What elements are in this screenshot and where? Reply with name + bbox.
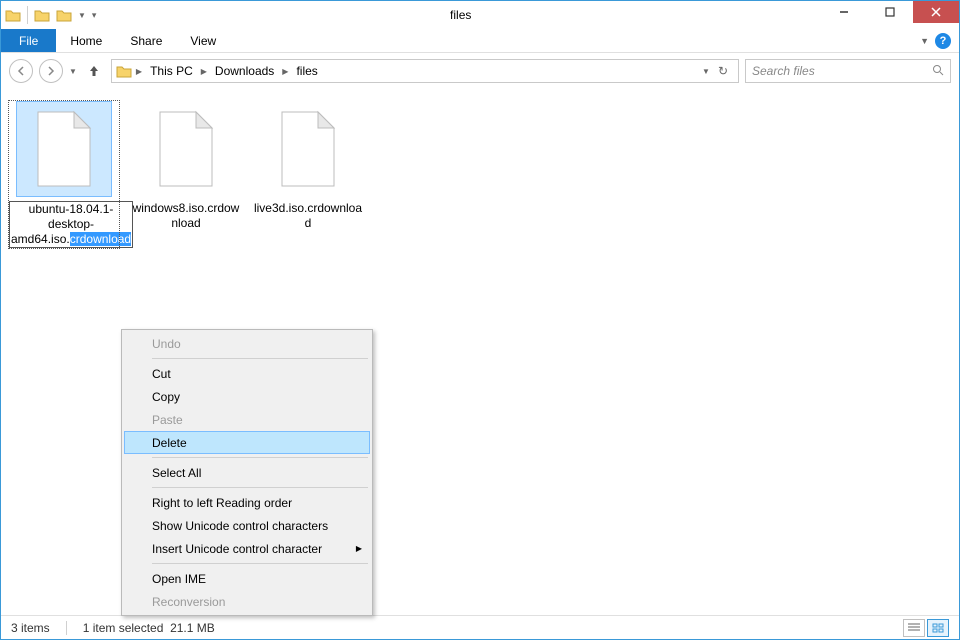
chevron-down-icon[interactable]: ▼	[702, 67, 710, 76]
ctx-reconversion[interactable]: Reconversion	[124, 590, 370, 613]
back-button[interactable]	[9, 59, 33, 83]
status-separator	[66, 621, 67, 635]
chevron-right-icon[interactable]: ▶	[280, 67, 290, 76]
details-view-button[interactable]	[903, 619, 925, 637]
chevron-right-icon[interactable]: ▶	[134, 67, 144, 76]
file-item-live3d[interactable]: live3d.iso.crdownload	[253, 101, 363, 231]
tab-view[interactable]: View	[176, 29, 230, 52]
folder-icon	[5, 8, 21, 22]
search-icon	[932, 64, 944, 79]
expand-ribbon-icon[interactable]: ▼	[920, 36, 929, 46]
folder-icon	[116, 64, 132, 78]
ctx-separator	[152, 563, 368, 564]
ribbon-tabs: File Home Share View ▼ ?	[1, 29, 959, 53]
search-input[interactable]: Search files	[745, 59, 951, 83]
help-icon[interactable]: ?	[935, 33, 951, 49]
file-label: live3d.iso.crdownload	[253, 201, 363, 231]
title-bar: ▼ ▾ files	[1, 1, 959, 29]
ctx-undo[interactable]: Undo	[124, 332, 370, 355]
minimize-button[interactable]	[821, 1, 867, 23]
tab-share[interactable]: Share	[116, 29, 176, 52]
search-placeholder: Search files	[752, 64, 932, 78]
crumb-this-pc[interactable]: This PC	[146, 64, 197, 78]
ctx-separator	[152, 487, 368, 488]
icons-view-button[interactable]	[927, 619, 949, 637]
submenu-arrow-icon: ▶	[356, 544, 362, 553]
file-list[interactable]: ubuntu-18.04.1-desktop-amd64.iso.crdownl…	[1, 89, 959, 615]
ctx-separator	[152, 358, 368, 359]
recent-locations-icon[interactable]: ▼	[69, 67, 77, 76]
crumb-files[interactable]: files	[292, 64, 321, 78]
breadcrumb[interactable]: ▶ This PC ▶ Downloads ▶ files ▼ ↻	[111, 59, 739, 83]
qat-separator	[27, 6, 28, 24]
ctx-rtl[interactable]: Right to left Reading order	[124, 491, 370, 514]
crumb-downloads[interactable]: Downloads	[211, 64, 278, 78]
ctx-insert-unicode[interactable]: Insert Unicode control character ▶	[124, 537, 370, 560]
status-count: 3 items	[11, 621, 50, 635]
file-icon	[138, 101, 234, 197]
status-bar: 3 items 1 item selected 21.1 MB	[1, 615, 959, 639]
window-title: files	[100, 8, 821, 22]
chevron-down-icon[interactable]: ▼	[78, 11, 86, 20]
refresh-icon[interactable]: ↻	[718, 64, 728, 78]
ctx-show-unicode[interactable]: Show Unicode control characters	[124, 514, 370, 537]
file-icon	[16, 101, 112, 197]
tab-home[interactable]: Home	[56, 29, 116, 52]
context-menu: Undo Cut Copy Paste Delete Select All Ri…	[121, 329, 373, 616]
ctx-open-ime[interactable]: Open IME	[124, 567, 370, 590]
ctx-separator	[152, 457, 368, 458]
file-tab[interactable]: File	[1, 29, 56, 52]
chevron-right-icon[interactable]: ▶	[199, 67, 209, 76]
file-item-ubuntu[interactable]: ubuntu-18.04.1-desktop-amd64.iso.crdownl…	[9, 101, 119, 248]
new-folder-icon[interactable]	[34, 8, 50, 22]
file-icon	[260, 101, 356, 197]
file-label: windows8.iso.crdownload	[131, 201, 241, 231]
close-button[interactable]	[913, 1, 959, 23]
ctx-select-all[interactable]: Select All	[124, 461, 370, 484]
up-button[interactable]	[83, 60, 105, 82]
ctx-copy[interactable]: Copy	[124, 385, 370, 408]
ctx-paste[interactable]: Paste	[124, 408, 370, 431]
file-item-windows8[interactable]: windows8.iso.crdownload	[131, 101, 241, 231]
file-label-editing[interactable]: ubuntu-18.04.1-desktop-amd64.iso.crdownl…	[9, 201, 133, 248]
window-controls	[821, 1, 959, 29]
forward-button[interactable]	[39, 59, 63, 83]
quick-access-toolbar: ▼ ▾	[1, 1, 100, 29]
ctx-cut[interactable]: Cut	[124, 362, 370, 385]
status-selected: 1 item selected 21.1 MB	[83, 621, 215, 635]
folder-dropdown-icon[interactable]	[56, 8, 72, 22]
navigation-bar: ▼ ▶ This PC ▶ Downloads ▶ files ▼ ↻ Sear…	[1, 53, 959, 89]
maximize-button[interactable]	[867, 1, 913, 23]
qat-overflow[interactable]: ▾	[92, 10, 97, 21]
ctx-delete[interactable]: Delete	[124, 431, 370, 454]
